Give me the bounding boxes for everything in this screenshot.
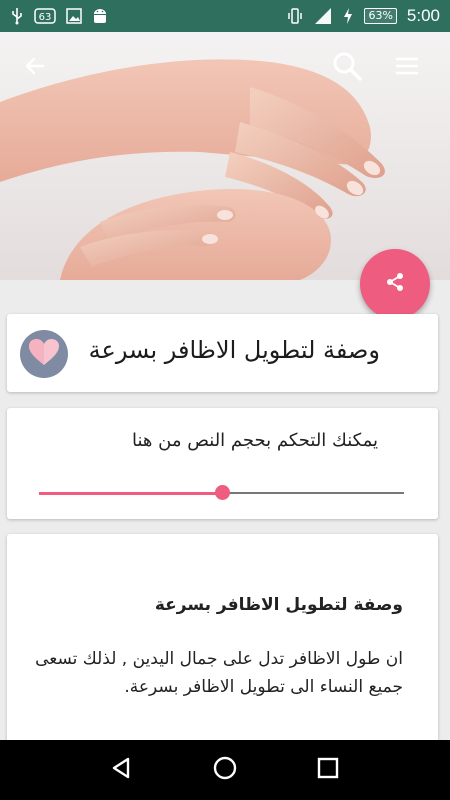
favorite-button[interactable] bbox=[20, 330, 68, 378]
text-size-label: يمكنك التحكم بحجم النص من هنا bbox=[132, 430, 378, 451]
usb-icon bbox=[10, 7, 24, 25]
hero-image bbox=[0, 32, 450, 280]
status-bar-system: 63% 5:00 bbox=[286, 6, 440, 26]
title-card: وصفة لتطويل الاظافر بسرعة bbox=[7, 314, 438, 392]
article-heading: وصفة لتطويل الاظافر بسرعة bbox=[154, 595, 403, 615]
android-icon bbox=[92, 7, 108, 25]
back-arrow-icon bbox=[23, 54, 47, 82]
sixty-three-notification-icon: 63 bbox=[34, 8, 56, 24]
slider-thumb[interactable] bbox=[214, 485, 230, 500]
article-card: وصفة لتطويل الاظافر بسرعة ان طول الاظافر… bbox=[7, 534, 438, 764]
slider-fill bbox=[39, 491, 222, 495]
recipe-title: وصفة لتطويل الاظافر بسرعة bbox=[88, 336, 380, 364]
search-button[interactable] bbox=[327, 48, 367, 88]
search-icon bbox=[331, 50, 363, 86]
status-bar-notifications: 63 bbox=[10, 7, 108, 25]
nav-back-button[interactable] bbox=[102, 750, 142, 790]
battery-charging-icon bbox=[342, 7, 354, 25]
text-size-slider[interactable] bbox=[39, 485, 404, 500]
nav-home-button[interactable] bbox=[205, 750, 245, 790]
text-size-card: يمكنك التحكم بحجم النص من هنا bbox=[7, 408, 438, 519]
status-bar: 63 63% 5:00 bbox=[0, 0, 450, 32]
clock: 5:00 bbox=[406, 6, 440, 25]
share-icon bbox=[384, 271, 406, 297]
nav-back-icon bbox=[110, 756, 134, 784]
vibrate-icon bbox=[286, 7, 304, 25]
battery-percent: 63% bbox=[364, 8, 397, 24]
back-button[interactable] bbox=[15, 48, 55, 88]
nav-home-icon bbox=[212, 755, 238, 785]
nav-recents-icon bbox=[317, 757, 339, 783]
nav-recents-button[interactable] bbox=[308, 750, 348, 790]
image-notification-icon bbox=[66, 8, 82, 24]
navigation-bar bbox=[0, 740, 450, 800]
hands-photo bbox=[0, 59, 385, 280]
signal-icon bbox=[314, 7, 332, 25]
menu-icon bbox=[395, 56, 419, 80]
article-body: ان طول الاظافر تدل على جمال اليدين , لذل… bbox=[35, 649, 403, 697]
menu-button[interactable] bbox=[387, 48, 427, 88]
heart-icon bbox=[28, 338, 60, 370]
svg-text:63: 63 bbox=[39, 12, 52, 23]
share-fab[interactable] bbox=[360, 249, 430, 319]
